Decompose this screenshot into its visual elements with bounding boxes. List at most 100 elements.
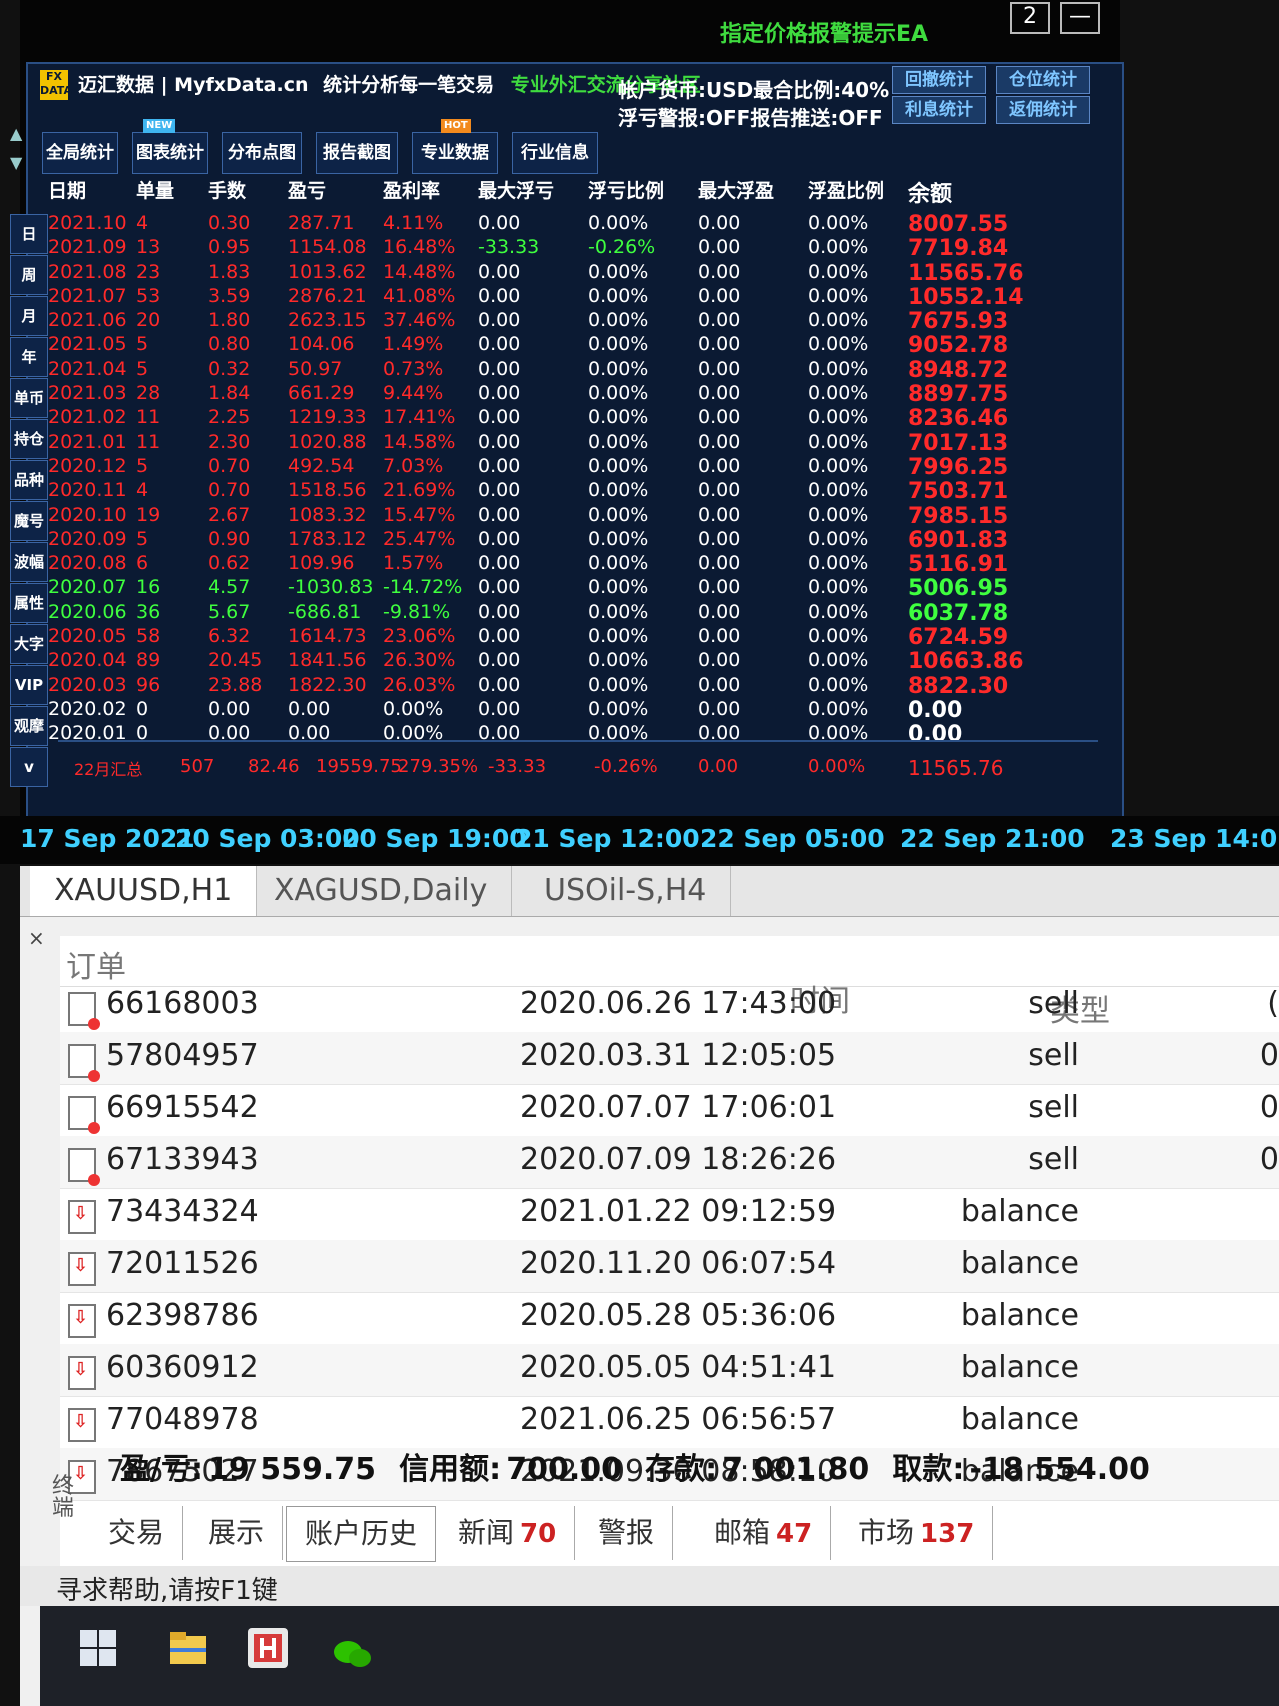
order-row[interactable]: 67133943 2020.07.09 18:26:26 sell 0 xyxy=(60,1136,1279,1189)
side-symbol[interactable]: 品种 xyxy=(10,460,48,500)
order-row[interactable]: 73434324 2021.01.22 09:12:59 balance xyxy=(60,1188,1279,1241)
restore-button[interactable]: 2 xyxy=(1010,2,1050,34)
tab-usoil-h4[interactable]: USOil-S,H4 xyxy=(520,866,732,916)
tab-exposure[interactable]: 展示 xyxy=(190,1506,284,1560)
rebate-stats-button[interactable]: 返佣统计 xyxy=(996,96,1090,124)
month-date: 2020.04 xyxy=(48,649,127,672)
month-date: 2021.01 xyxy=(48,430,127,453)
account-totals: 盈/亏: 19 559.75 信用额: 700.00 存款: 7 001.80 … xyxy=(120,1444,1279,1490)
monthly-row[interactable]: 2020.12 5 0.70 492.54 7.03% 0.00 0.00% 0.00 0.00… xyxy=(48,454,1088,480)
monthly-row[interactable]: 2020.11 4 0.70 1518.56 21.69% 0.00 0.00% 0.00 0.… xyxy=(48,479,1088,504)
side-holding[interactable]: 持仓 xyxy=(10,419,48,459)
interest-stats-button[interactable]: 利息统计 xyxy=(892,96,986,124)
status-text: 寻求帮助,请按F1键 xyxy=(56,1576,278,1606)
side-observe[interactable]: 观摩 xyxy=(10,706,48,746)
monthly-row[interactable]: 2021.06 20 1.80 2623.15 37.46% 0.00 0.00% 0.00 0… xyxy=(48,309,1088,334)
close-icon[interactable]: × xyxy=(28,926,45,950)
order-row[interactable]: 72011526 2020.11.20 06:07:54 balance xyxy=(60,1240,1279,1293)
summary-balance: 11565.76 xyxy=(908,756,1004,780)
month-date: 2020.10 xyxy=(48,503,127,526)
tab-market[interactable]: 市场 137 xyxy=(840,1506,994,1560)
month-float-profit-pct: 0.00% xyxy=(808,697,869,720)
side-vip[interactable]: VIP xyxy=(10,665,48,705)
minimize-button[interactable]: — xyxy=(1060,2,1100,34)
side-volatility[interactable]: 波幅 xyxy=(10,542,48,582)
nav-distribution[interactable]: 分布点图 xyxy=(222,132,302,174)
monthly-row[interactable]: 2021.03 28 1.84 661.29 9.44% 0.00 0.00% 0.00 0.0… xyxy=(48,382,1088,407)
side-day[interactable]: 日 xyxy=(10,214,48,254)
balance-arrow-icon xyxy=(68,1408,96,1442)
scroll-up-icon[interactable]: ▲ xyxy=(10,124,28,143)
side-expand[interactable]: v xyxy=(10,747,48,787)
monthly-row[interactable]: 2021.07 53 3.59 2876.21 41.08% 0.00 0.00% 0.00 0… xyxy=(48,285,1088,310)
month-pnl: 1783.12 xyxy=(288,527,367,550)
monthly-row[interactable]: 2020.06 36 5.67 -686.81 -9.81% 0.00 0.00% 0.00 0… xyxy=(48,600,1088,626)
side-attribute[interactable]: 属性 xyxy=(10,583,48,623)
order-next-column: ( xyxy=(1267,986,1279,1021)
balance-arrow-icon xyxy=(68,1252,96,1286)
order-row[interactable]: 66168003 2020.06.26 17:43:00 sell ( xyxy=(60,980,1279,1033)
side-month[interactable]: 月 xyxy=(10,296,48,336)
order-row[interactable]: 57804957 2020.03.31 12:05:05 sell 0 xyxy=(60,1032,1279,1085)
monthly-row[interactable]: 2021.04 5 0.32 50.97 0.73% 0.00 0.00% 0.00 0.00%… xyxy=(48,358,1088,383)
tab-mailbox[interactable]: 邮箱 47 xyxy=(696,1506,832,1560)
nav-global-stats[interactable]: 全局统计 xyxy=(42,132,118,174)
side-week[interactable]: 周 xyxy=(10,255,48,295)
file-explorer-icon[interactable] xyxy=(166,1626,210,1670)
monthly-row[interactable]: 2020.02 0 0.00 0.00 0.00% 0.00 0.00% 0.00 0.00% 0… xyxy=(48,697,1088,723)
order-row[interactable]: 66915542 2020.07.07 17:06:01 sell 0 xyxy=(60,1084,1279,1137)
tab-news[interactable]: 新闻 70 xyxy=(440,1506,576,1560)
monthly-row[interactable]: 2020.09 5 0.90 1783.12 25.47% 0.00 0.00% 0.00 0.… xyxy=(48,527,1088,553)
month-max-float-loss: 0.00 xyxy=(478,454,521,477)
month-float-profit-pct: 0.00% xyxy=(808,333,869,356)
nav-industry-info[interactable]: 行业信息 xyxy=(512,132,598,174)
monthly-row[interactable]: 2021.08 23 1.83 1013.62 14.48% 0.00 0.00% 0.00 0… xyxy=(48,261,1088,286)
month-rate: 25.47% xyxy=(383,527,456,550)
account-info-line2: 浮亏警报:OFF报告推送:OFF xyxy=(618,106,883,130)
month-pnl: 2623.15 xyxy=(288,309,367,332)
order-row[interactable]: 60360912 2020.05.05 04:51:41 balance xyxy=(60,1344,1279,1397)
month-lots: 4.57 xyxy=(208,576,251,599)
nav-chart-stats[interactable]: 图表统计 NEW xyxy=(132,119,208,174)
brand-slogan: 统计分析每一笔交易 xyxy=(323,74,495,96)
month-pnl: -686.81 xyxy=(288,600,362,623)
month-float-loss-pct: 0.00% xyxy=(588,382,649,405)
monthly-row[interactable]: 2020.10 19 2.67 1083.32 15.47% 0.00 0.00% 0.00 0… xyxy=(48,503,1088,529)
monthly-row[interactable]: 2020.07 16 4.57 -1030.83 -14.72% 0.00 0.00% 0.0… xyxy=(48,576,1088,601)
nav-report-screenshot[interactable]: 报告截图 xyxy=(316,132,398,174)
side-year[interactable]: 年 xyxy=(10,337,48,377)
month-pnl: 1614.73 xyxy=(288,625,367,648)
tab-account-history[interactable]: 账户历史 xyxy=(286,1506,437,1562)
side-large-font[interactable]: 大字 xyxy=(10,624,48,664)
month-rate: -14.72% xyxy=(383,576,463,599)
position-stats-button[interactable]: 仓位统计 xyxy=(996,66,1090,94)
scroll-down-icon[interactable]: ▼ xyxy=(10,153,28,172)
monthly-row[interactable]: 2021.10 4 0.30 287.71 4.11% 0.00 0.00% 0.00 0.00… xyxy=(48,212,1088,237)
month-float-loss-pct: 0.00% xyxy=(588,430,649,453)
monthly-row[interactable]: 2020.08 6 0.62 109.96 1.57% 0.00 0.00% 0.00 0.00… xyxy=(48,552,1088,577)
monthly-row[interactable]: 2021.01 11 2.30 1020.88 14.58% 0.00 0.00% 0.00 0… xyxy=(48,430,1088,456)
wechat-icon[interactable] xyxy=(330,1626,374,1670)
tab-xagusd-daily[interactable]: XAGUSD,Daily xyxy=(250,866,513,916)
monthly-row[interactable]: 2020.04 89 20.45 1841.56 26.30% 0.00 0.00% 0.00… xyxy=(48,649,1088,674)
month-balance: 6037.78 xyxy=(908,600,1009,626)
tab-xauusd-h1[interactable]: XAUUSD,H1 xyxy=(30,866,258,916)
app-h-icon[interactable] xyxy=(246,1626,290,1670)
nav-pro-data[interactable]: 专业数据 HOT xyxy=(412,119,498,174)
side-single-currency[interactable]: 单币 xyxy=(10,378,48,418)
monthly-row[interactable]: 2021.09 13 0.95 1154.08 16.48% -33.33 -0.26% 0.… xyxy=(48,236,1088,261)
month-float-profit-pct: 0.00% xyxy=(808,212,869,234)
tab-alerts[interactable]: 警报 xyxy=(580,1506,674,1560)
month-pnl: 1083.32 xyxy=(288,503,367,526)
order-row[interactable]: 62398786 2020.05.28 05:36:06 balance xyxy=(60,1292,1279,1345)
monthly-row[interactable]: 2021.02 11 2.25 1219.33 17.41% 0.00 0.00% 0.00 0… xyxy=(48,406,1088,431)
monthly-row[interactable]: 2021.05 5 0.80 104.06 1.49% 0.00 0.00% 0.00 0.00… xyxy=(48,333,1088,358)
side-magic[interactable]: 魔号 xyxy=(10,501,48,541)
windows-start-icon[interactable] xyxy=(76,1626,120,1670)
tab-trade[interactable]: 交易 xyxy=(90,1506,184,1560)
order-row[interactable]: 77048978 2021.06.25 06:56:57 balance xyxy=(60,1396,1279,1449)
month-pnl: -1030.83 xyxy=(288,576,374,599)
drawdown-stats-button[interactable]: 回撤统计 xyxy=(892,66,986,94)
monthly-row[interactable]: 2020.03 96 23.88 1822.30 26.03% 0.00 0.00% 0.00… xyxy=(48,674,1088,699)
monthly-row[interactable]: 2020.05 58 6.32 1614.73 23.06% 0.00 0.00% 0.00 0… xyxy=(48,625,1088,650)
